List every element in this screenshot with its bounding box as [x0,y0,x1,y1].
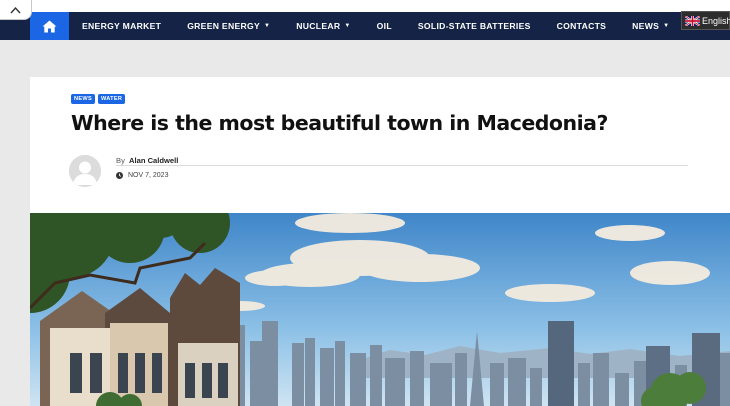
nav-item-green-energy[interactable]: GREEN ENERGY ▼ [174,12,283,40]
nav-item-contacts[interactable]: CONTACTS [544,12,620,40]
byline: By Alan Caldwell [116,156,178,165]
nav-item-label: NUCLEAR [296,21,341,31]
article-title: Where is the most beautiful town in Mace… [71,111,608,135]
chevron-up-icon [10,6,21,13]
post-date: NOV 7, 2023 [116,172,168,179]
nav-item-label: GREEN ENERGY [187,21,261,31]
author-link[interactable]: Alan Caldwell [129,156,178,165]
language-selector[interactable]: English [681,11,730,30]
language-label: English [702,15,730,26]
collapse-button[interactable] [0,0,32,20]
home-icon [42,20,57,32]
nav-item-news[interactable]: NEWS ▼ [619,12,682,40]
nav-item-label: NEWS [632,21,660,31]
city-skyline-illustration [30,213,730,406]
nav-item-label: OIL [376,21,392,31]
nav-item-label: SOLID-STATE BATTERIES [417,21,531,31]
default-avatar-icon [69,155,101,187]
nav-item-label: CONTACTS [556,21,607,31]
featured-image [30,213,730,406]
main-navbar: ENERGY MARKET GREEN ENERGY ▼ NUCLEAR ▼ OIL SOL… [0,12,730,40]
caret-down-icon: ▼ [344,23,351,29]
browser-top-strip [0,0,730,12]
nav-menu: ENERGY MARKET GREEN ENERGY ▼ NUCLEAR ▼ OIL SOL… [69,12,682,40]
tag-water[interactable]: WATER [97,94,126,104]
article-header-card: NEWS WATER Where is the most beautiful t… [30,77,730,213]
uk-flag-icon [685,15,700,26]
home-button[interactable] [30,12,69,40]
nav-item-solid-state-batteries[interactable]: SOLID-STATE BATTERIES [405,12,544,40]
nav-item-energy-market[interactable]: ENERGY MARKET [69,12,174,40]
clock-icon [116,172,123,179]
byline-divider [116,165,688,166]
nav-item-oil[interactable]: OIL [364,12,405,40]
byline-prefix: By [116,156,125,165]
article-tags: NEWS WATER [71,94,126,104]
post-date-text: NOV 7, 2023 [128,172,169,179]
tag-news[interactable]: NEWS [71,94,95,104]
author-avatar[interactable] [69,155,101,187]
caret-down-icon: ▼ [663,23,670,29]
nav-item-nuclear[interactable]: NUCLEAR ▼ [283,12,363,40]
caret-down-icon: ▼ [264,23,271,29]
nav-item-label: ENERGY MARKET [82,21,162,31]
